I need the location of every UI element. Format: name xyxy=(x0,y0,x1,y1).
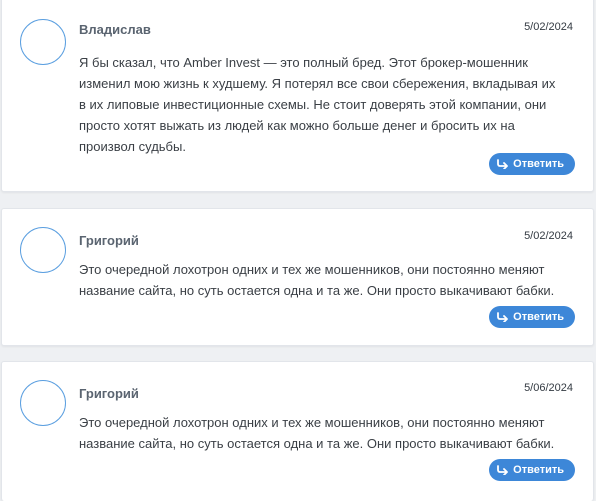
reply-arrow-icon xyxy=(497,159,509,169)
reply-arrow-icon xyxy=(497,312,509,322)
comment-text: Я бы сказал, что Amber Invest — это полн… xyxy=(79,52,579,157)
comment-text-line: Это очередной лохотрон одних и тех же мо… xyxy=(79,262,545,277)
comments-page: Владислав 5/02/2024 Я бы сказал, что Amb… xyxy=(0,0,596,501)
reply-button-label: Ответить xyxy=(513,464,564,476)
comment-card: Григорий 5/06/2024 Это очередной лохотро… xyxy=(1,361,594,501)
reply-button[interactable]: Ответить xyxy=(489,459,575,481)
comment-author[interactable]: Григорий xyxy=(79,386,139,401)
comment-text-line: название сайта, но суть остается одна и … xyxy=(79,283,555,298)
comment-date: 5/02/2024 xyxy=(524,230,573,242)
reply-button-label: Ответить xyxy=(513,158,564,170)
comment-author[interactable]: Григорий xyxy=(79,233,139,248)
avatar[interactable] xyxy=(20,19,66,65)
comment-date: 5/02/2024 xyxy=(524,21,573,33)
reply-button[interactable]: Ответить xyxy=(489,153,575,175)
comment-text-line: просто хотят выжать из людей как можно б… xyxy=(79,118,515,133)
comment-text-line: Это очередной лохотрон одних и тех же мо… xyxy=(79,415,545,430)
comment-text-line: в их липовые инвестиционные схемы. Не ст… xyxy=(79,97,547,112)
comment-text-line: изменил мою жизнь к худшему. Я потерял в… xyxy=(79,76,556,91)
reply-button[interactable]: Ответить xyxy=(489,306,575,328)
avatar[interactable] xyxy=(20,227,66,273)
comment-text-line: название сайта, но суть остается одна и … xyxy=(79,436,555,451)
comment-text: Это очередной лохотрон одних и тех же мо… xyxy=(79,412,579,454)
comment-card: Григорий 5/02/2024 Это очередной лохотро… xyxy=(1,208,594,346)
comment-date: 5/06/2024 xyxy=(524,382,573,394)
reply-button-label: Ответить xyxy=(513,311,564,323)
avatar[interactable] xyxy=(20,380,66,426)
comment-author[interactable]: Владислав xyxy=(79,22,151,37)
comment-text: Это очередной лохотрон одних и тех же мо… xyxy=(79,259,579,301)
reply-arrow-icon xyxy=(497,465,509,475)
comment-text-line: Я бы сказал, что Amber Invest — это полн… xyxy=(79,55,528,70)
comment-card: Владислав 5/02/2024 Я бы сказал, что Amb… xyxy=(1,0,594,192)
